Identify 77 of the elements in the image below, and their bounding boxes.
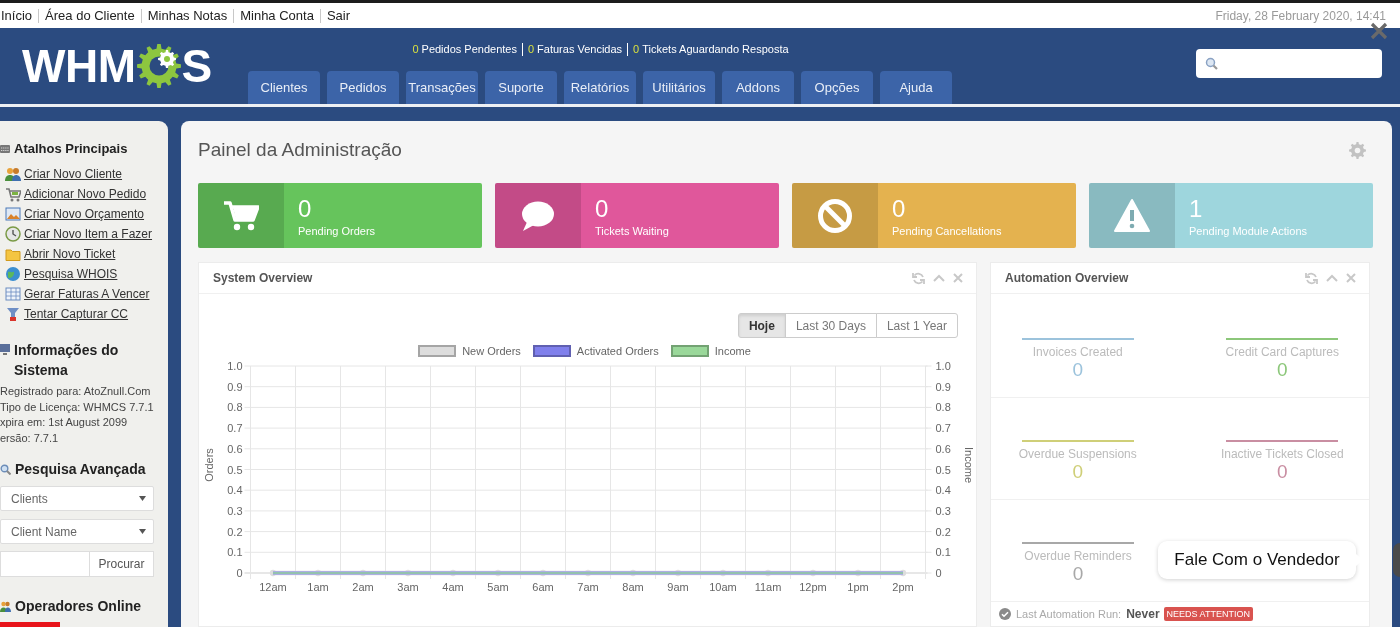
axis-tick-label: 0 [935, 567, 942, 579]
axis-title: Income [963, 446, 975, 484]
axis-tick-label: 0.6 [227, 442, 243, 455]
axis-tick-label: 0.8 [227, 401, 243, 414]
axis-tick-label: 0.7 [227, 422, 243, 435]
automation-stat-value: 0 [1276, 461, 1288, 483]
automation-stat-label: Inactive Tickets Closed [1220, 447, 1344, 461]
stat-label: Pending Orders [298, 224, 376, 238]
panel-title: System Overview [213, 271, 314, 285]
axis-tick-label: 0.9 [935, 380, 951, 393]
axis-tick-label: 0.8 [935, 401, 951, 414]
stat-label: Pending Module Actions [1189, 224, 1308, 238]
system-info-text: ersão: 7.7.1 [0, 430, 60, 446]
axis-tick-label: 9am [667, 581, 689, 593]
automation-stat-label: Overdue Reminders [1024, 549, 1132, 563]
axis-tick-label: 1.0 [227, 360, 243, 372]
axis-tick-label: 0.6 [935, 442, 951, 455]
axis-tick-label: 1pm [847, 581, 869, 593]
axis-tick-label: 12am [259, 581, 287, 593]
axis-tick-label: 0.5 [935, 463, 951, 476]
legend-label: New Orders [462, 345, 521, 357]
legend-label: Income [714, 345, 751, 357]
stat-label: Pending Cancellations [892, 224, 1002, 238]
axis-tick-label: 8am [622, 581, 644, 593]
automation-stat-value: 0 [1072, 563, 1084, 585]
axis-tick-label: 5am [487, 581, 509, 593]
logo-text: WHM [22, 42, 136, 90]
automation-stat-value: 0 [1276, 359, 1288, 381]
axis-tick-label: 0.9 [227, 380, 243, 393]
automation-stat-label: Credit Card Captures [1225, 345, 1339, 359]
axis-tick-label: 2pm [892, 581, 914, 593]
axis-tick-label: 12pm [799, 581, 827, 593]
axis-tick-label: 0.3 [227, 504, 243, 517]
section-heading: Atalhos Principais [14, 140, 128, 158]
system-info-text: Tipo de Licença: WHMCS 7.7.1 [0, 399, 155, 415]
axis-tick-label: 0.1 [935, 546, 951, 559]
axis-tick-label: 3am [397, 581, 419, 593]
axis-tick-label: 0.3 [935, 504, 951, 517]
automation-stat-value: 0 [1072, 461, 1084, 483]
legend-label: Activated Orders [576, 345, 659, 357]
panel-title: Automation Overview [1005, 271, 1130, 285]
stat-count: 0 [595, 196, 610, 222]
axis-tick-label: 7am [577, 581, 599, 593]
axis-tick-label: 2am [352, 581, 374, 593]
status-badge: NEEDS ATTENTION [1163, 607, 1253, 621]
date-time: Friday, 28 February 2020, 14:41 [1215, 8, 1386, 23]
system-info-text: xpira em: 1st August 2099 [0, 415, 129, 430]
status-value: Never [1126, 607, 1160, 621]
axis-tick-label: 0.7 [935, 422, 951, 435]
axis-tick-label: 0.4 [227, 484, 243, 497]
axis-tick-label: 0.1 [227, 546, 243, 559]
logo-text: S [181, 42, 212, 90]
automation-stat-label: Overdue Suspensions [1018, 447, 1137, 461]
system-info-text: Registrado para: AtoZnull.Com [0, 384, 152, 399]
axis-tick-label: 0.4 [935, 484, 951, 497]
automation-stat-label: Invoices Created [1032, 345, 1123, 359]
stat-count: 0 [298, 196, 313, 222]
status-label: Last Automation Run: [1016, 608, 1122, 620]
section-heading: Pesquisa Avançada [15, 460, 146, 479]
axis-tick-label: 10am [709, 581, 737, 593]
axis-title: Orders [203, 448, 215, 482]
automation-stat-value: 0 [1072, 359, 1084, 381]
axis-tick-label: 0 [236, 567, 243, 579]
axis-tick-label: 0.5 [227, 463, 243, 476]
page-title: Painel da Administração [198, 138, 402, 162]
axis-tick-label: 6am [532, 581, 554, 593]
axis-tick-label: 0.2 [227, 525, 243, 538]
section-heading: Informações do Sistema [14, 341, 120, 380]
axis-tick-label: 0.2 [935, 525, 951, 538]
stat-count: 1 [1189, 196, 1204, 222]
axis-tick-label: 1am [307, 581, 329, 593]
stat-count: 0 [892, 196, 907, 222]
axis-tick-label: 4am [442, 581, 464, 593]
axis-tick-label: 1.0 [935, 360, 951, 372]
axis-tick-label: 11am [754, 581, 782, 593]
section-heading: Operadores Online [15, 597, 142, 616]
stat-label: Tickets Waiting [595, 224, 669, 238]
